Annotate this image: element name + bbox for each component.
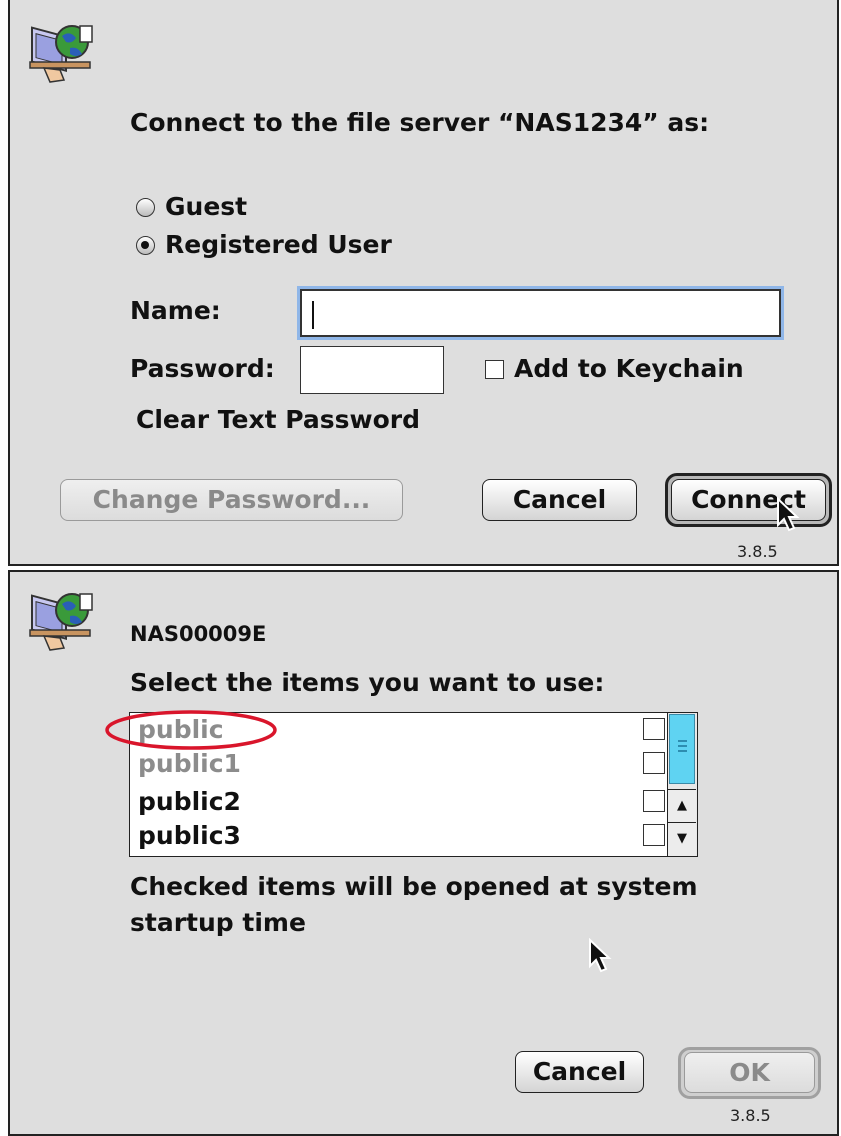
list-scrollbar[interactable]: ▲ ▼ (667, 713, 697, 856)
cursor-arrow-icon (777, 497, 800, 532)
file-server-icon (29, 593, 93, 651)
item-checkbox[interactable] (643, 824, 665, 846)
guest-radio[interactable] (136, 198, 155, 217)
scroll-down-arrow-icon[interactable]: ▼ (668, 822, 696, 856)
select-volumes-dialog: NAS00009E Select the items you want to u… (8, 570, 839, 1136)
select-prompt: Select the items you want to use: (130, 668, 605, 697)
startup-note-line1: Checked items will be opened at system (130, 872, 698, 901)
cursor-arrow-icon (589, 938, 612, 973)
startup-note-line2: startup time (130, 908, 306, 937)
text-caret (312, 301, 314, 329)
change-password-button[interactable]: Change Password... (60, 479, 403, 521)
list-item[interactable]: public2 (138, 785, 665, 818)
scroll-up-arrow-icon[interactable]: ▲ (668, 789, 696, 823)
item-checkbox[interactable] (643, 718, 665, 740)
version-label: 3.8.5 (737, 542, 778, 561)
guest-label[interactable]: Guest (165, 192, 247, 221)
file-server-icon (29, 25, 93, 83)
connect-prompt: Connect to the file server “NAS1234” as: (130, 108, 710, 137)
clear-text-password-label: Clear Text Password (136, 405, 421, 434)
password-label: Password: (130, 354, 275, 383)
cancel-button[interactable]: Cancel (515, 1051, 644, 1093)
name-label: Name: (130, 296, 221, 325)
name-field[interactable] (300, 289, 781, 337)
version-label: 3.8.5 (730, 1106, 771, 1125)
list-item[interactable]: public3 (138, 819, 665, 852)
password-field[interactable] (300, 346, 444, 394)
scroll-thumb[interactable] (669, 714, 695, 784)
item-checkbox[interactable] (643, 790, 665, 812)
add-to-keychain-label[interactable]: Add to Keychain (514, 354, 744, 383)
connect-button[interactable]: Connect (671, 479, 826, 521)
item-checkbox[interactable] (643, 752, 665, 774)
registered-user-radio[interactable] (136, 236, 155, 255)
connect-dialog: Connect to the file server “NAS1234” as:… (8, 0, 839, 566)
ok-button[interactable]: OK (684, 1052, 815, 1093)
server-name: NAS00009E (130, 622, 267, 646)
add-to-keychain-checkbox[interactable] (485, 360, 504, 379)
cancel-button[interactable]: Cancel (482, 479, 637, 521)
registered-user-label[interactable]: Registered User (165, 230, 392, 259)
highlight-ellipse (105, 710, 277, 750)
